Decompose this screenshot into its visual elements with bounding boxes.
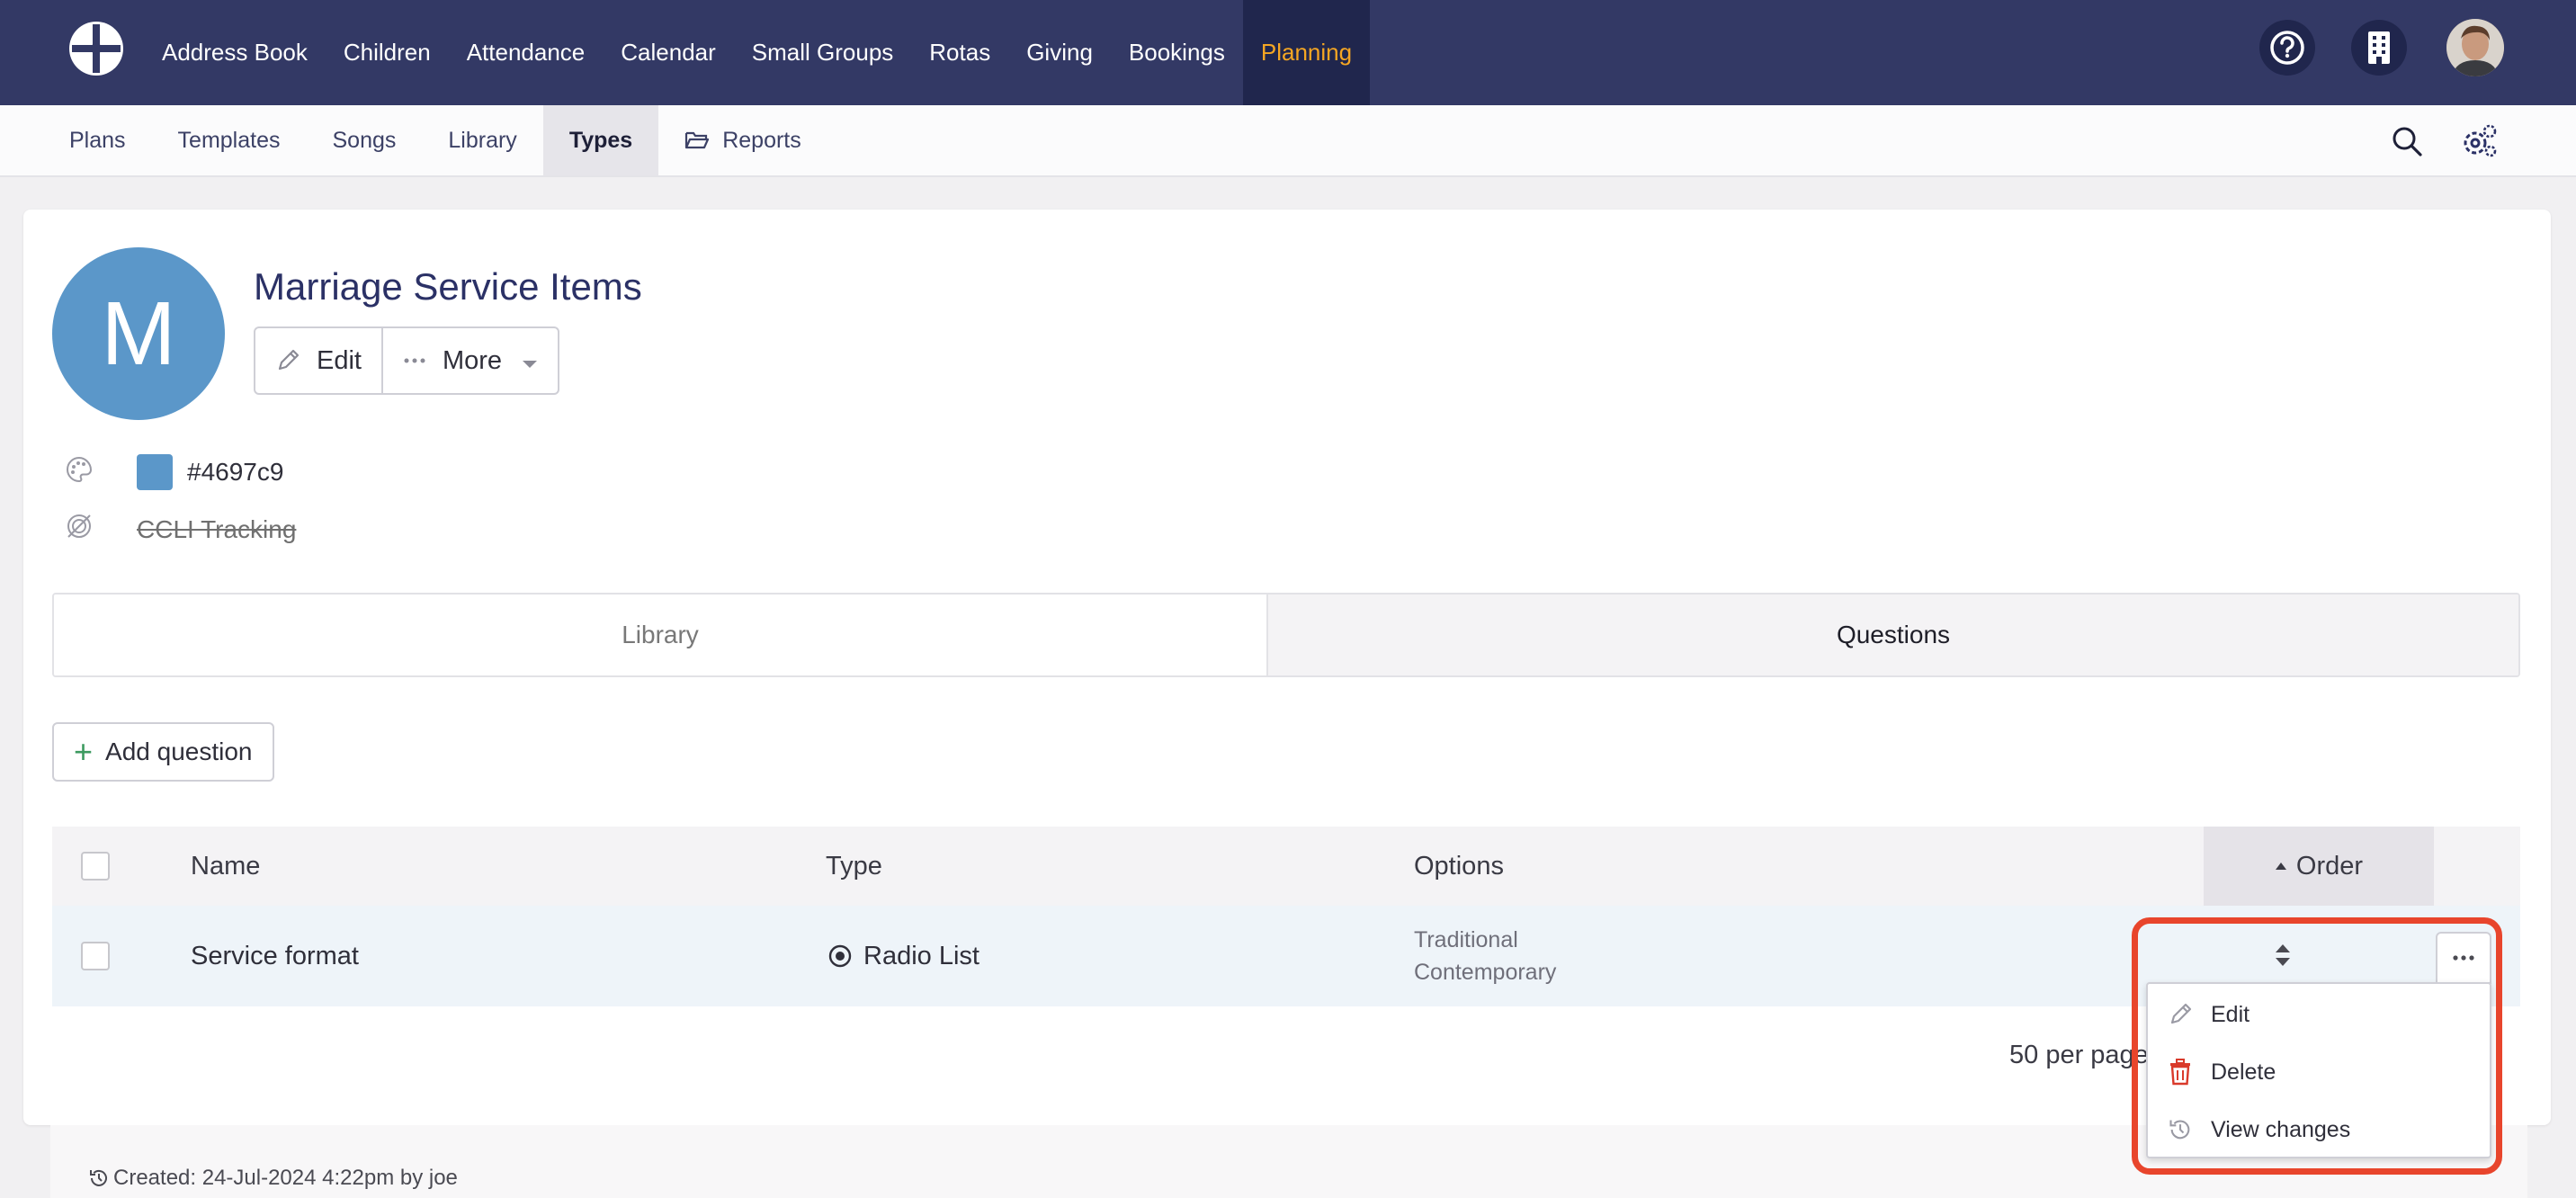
created-info: Created: 24-Jul-2024 4:22pm by joe <box>88 1166 458 1191</box>
main-nav: Address Book Children Attendance Calenda… <box>144 0 1371 105</box>
edit-button-label: Edit <box>317 345 362 375</box>
select-all-checkbox[interactable] <box>81 852 110 881</box>
subnav-types[interactable]: Types <box>542 105 659 175</box>
subnav-reports-label: Reports <box>722 127 801 153</box>
ccli-tracking-label: CCLI Tracking <box>137 514 297 543</box>
row-name: Service format <box>191 941 359 970</box>
building-icon[interactable] <box>2351 20 2407 76</box>
row-type: Radio List <box>827 906 979 1006</box>
header-type[interactable]: Type <box>826 827 882 906</box>
tab-library[interactable]: Library <box>54 595 1268 675</box>
header-options[interactable]: Options <box>1414 827 1504 906</box>
search-icon[interactable] <box>2387 121 2427 161</box>
add-question-button[interactable]: + Add question <box>52 722 274 782</box>
per-page-select[interactable]: 50 per page <box>2009 1041 2149 1070</box>
title-actions: Edit More <box>254 326 560 395</box>
pencil-icon <box>275 348 300 373</box>
nav-children[interactable]: Children <box>326 0 449 105</box>
color-swatch <box>137 454 173 490</box>
subnav-library[interactable]: Library <box>422 105 542 175</box>
sort-asc-icon <box>2275 863 2286 870</box>
settings-icon[interactable] <box>2459 121 2499 161</box>
header-order-label: Order <box>2295 851 2364 881</box>
ccli-row: CCLI Tracking <box>65 512 296 547</box>
subnav-templates[interactable]: Templates <box>152 105 307 175</box>
row-option: Traditional <box>1414 927 1518 952</box>
help-icon[interactable] <box>2259 20 2315 76</box>
radio-list-icon <box>828 944 852 968</box>
tab-questions[interactable]: Questions <box>1268 595 2518 675</box>
highlight-box <box>2132 917 2502 1175</box>
row-options: Traditional Contemporary <box>1414 924 1556 988</box>
folder-open-icon <box>685 131 710 149</box>
edit-button[interactable]: Edit <box>255 328 381 393</box>
ccli-icon <box>65 512 94 547</box>
subnav-reports[interactable]: Reports <box>658 105 827 175</box>
created-text: Created: 24-Jul-2024 4:22pm by joe <box>113 1166 458 1190</box>
more-button[interactable]: More <box>380 328 558 393</box>
row-checkbox[interactable] <box>81 942 110 970</box>
subnav-plans[interactable]: Plans <box>43 105 152 175</box>
app-logo-icon[interactable] <box>67 19 126 78</box>
history-icon <box>90 1169 107 1186</box>
nav-planning[interactable]: Planning <box>1242 0 1371 105</box>
nav-rotas[interactable]: Rotas <box>911 0 1008 105</box>
planning-subnav: Plans Templates Songs Library Types Repo… <box>43 105 827 175</box>
type-avatar: M <box>52 247 225 420</box>
header-name[interactable]: Name <box>191 827 260 906</box>
nav-small-groups[interactable]: Small Groups <box>734 0 912 105</box>
palette-icon <box>65 455 94 490</box>
nav-address-book[interactable]: Address Book <box>144 0 326 105</box>
color-value: #4697c9 <box>187 458 284 486</box>
nav-attendance[interactable]: Attendance <box>449 0 604 105</box>
page-title: Marriage Service Items <box>254 265 642 308</box>
ellipsis-icon <box>403 357 426 364</box>
sub-navigation-bar: Plans Templates Songs Library Types Repo… <box>0 105 2576 177</box>
color-row: #4697c9 <box>65 454 283 490</box>
type-tabs: Library Questions <box>52 593 2520 677</box>
row-type-label: Radio List <box>863 941 979 970</box>
questions-table-header: Name Type Options Order <box>52 827 2520 906</box>
plus-icon: + <box>74 733 94 770</box>
more-button-label: More <box>442 345 503 375</box>
row-option: Contemporary <box>1414 960 1557 985</box>
nav-calendar[interactable]: Calendar <box>603 0 734 105</box>
header-order[interactable]: Order <box>2204 827 2434 906</box>
add-question-label: Add question <box>105 738 253 765</box>
nav-giving[interactable]: Giving <box>1008 0 1111 105</box>
top-navigation-bar: Address Book Children Attendance Calenda… <box>0 0 2576 105</box>
caret-down-icon <box>522 346 538 376</box>
user-avatar[interactable] <box>2446 19 2504 76</box>
nav-bookings[interactable]: Bookings <box>1111 0 1243 105</box>
subnav-songs[interactable]: Songs <box>307 105 423 175</box>
